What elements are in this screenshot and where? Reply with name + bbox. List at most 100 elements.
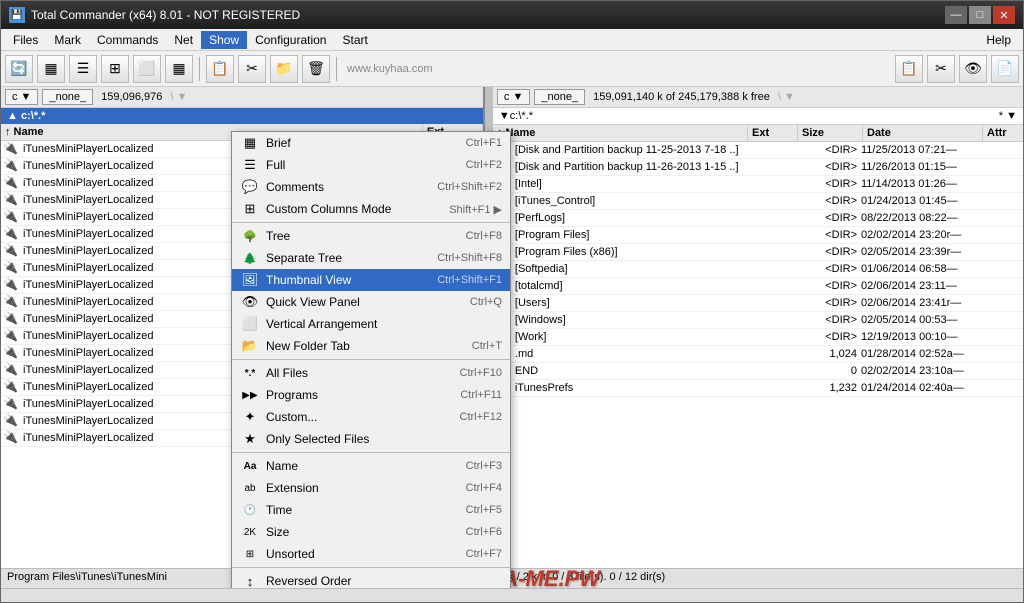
menu-commands[interactable]: Commands <box>89 31 166 49</box>
vertical-label: Vertical Arrangement <box>266 317 494 331</box>
maximize-button[interactable]: □ <box>969 6 991 24</box>
toolbar-move-btn[interactable]: ✂ <box>238 55 266 83</box>
menu-show[interactable]: Show <box>201 31 247 49</box>
right-root-btn[interactable]: \ ▼ <box>778 91 795 103</box>
right-col-attr[interactable]: Attr <box>983 125 1023 141</box>
menu-mark[interactable]: Mark <box>46 31 89 49</box>
left-drive-btn[interactable]: c ▼ <box>5 89 38 105</box>
toolbar-r-view-btn[interactable]: 👁 <box>959 55 987 83</box>
sort-ext-shortcut: Ctrl+F4 <box>466 482 502 494</box>
menu-item-programs[interactable]: ▶▶ Programs Ctrl+F11 <box>232 384 510 406</box>
close-button[interactable]: ✕ <box>993 6 1015 24</box>
left-path-bar[interactable]: ▲ c:\*.* <box>1 108 483 124</box>
title-bar: 💾 Total Commander (x64) 8.01 - NOT REGIS… <box>1 1 1023 29</box>
table-row[interactable]: 📁 [Disk and Partition backup 11-26-2013 … <box>493 159 1023 176</box>
menu-item-all-files[interactable]: *.* All Files Ctrl+F10 <box>232 362 510 384</box>
toolbar-r-copy-btn[interactable]: 📋 <box>895 55 923 83</box>
table-row[interactable]: 📁 [PerfLogs] <DIR> 08/22/2013 08:22— <box>493 210 1023 227</box>
menu-item-only-selected[interactable]: ★ Only Selected Files <box>232 428 510 450</box>
menu-item-sort-name[interactable]: Aa Name Ctrl+F3 <box>232 455 510 477</box>
menu-net[interactable]: Net <box>166 31 201 49</box>
toolbar-custom-btn[interactable]: ⊞ <box>101 55 129 83</box>
menu-start[interactable]: Start <box>334 31 375 49</box>
toolbar-delete-btn[interactable]: 🗑 <box>302 55 330 83</box>
table-row[interactable]: 📁 [Windows] <DIR> 02/05/2014 00:53— <box>493 312 1023 329</box>
toolbar-full-btn[interactable]: ☰ <box>69 55 97 83</box>
menu-item-new-folder-tab[interactable]: 📂 New Folder Tab Ctrl+T <box>232 335 510 357</box>
menu-item-custom-filter[interactable]: ✦ Custom... Ctrl+F12 <box>232 406 510 428</box>
show-dropdown-menu[interactable]: ▦ Brief Ctrl+F1 ☰ Full Ctrl+F2 💬 Comment… <box>231 131 511 588</box>
menu-item-full[interactable]: ☰ Full Ctrl+F2 <box>232 154 510 176</box>
right-file-list[interactable]: 📁 [Disk and Partition backup 11-25-2013 … <box>493 142 1023 568</box>
table-row[interactable]: 📄 iTunesPrefs 1,232 01/24/2014 02:40a— <box>493 380 1023 397</box>
only-selected-label: Only Selected Files <box>266 432 494 446</box>
right-col-ext[interactable]: Ext <box>748 125 798 141</box>
table-row[interactable]: 📁 [Program Files (x86)] <DIR> 02/05/2014… <box>493 244 1023 261</box>
right-col-date[interactable]: Date <box>863 125 983 141</box>
table-row[interactable]: 📁 [iTunes_Control] <DIR> 01/24/2013 01:4… <box>493 193 1023 210</box>
unsorted-shortcut: Ctrl+F7 <box>466 548 502 560</box>
right-drive-btn[interactable]: c ▼ <box>497 89 530 105</box>
menu-item-custom-columns[interactable]: ⊞ Custom Columns Mode Shift+F1 ▶ <box>232 198 510 220</box>
menu-item-vertical[interactable]: ⬜ Vertical Arrangement <box>232 313 510 335</box>
right-path-left[interactable]: ▼c:\*.* <box>499 110 533 122</box>
separate-tree-label: Separate Tree <box>266 251 429 265</box>
menu-item-comments[interactable]: 💬 Comments Ctrl+Shift+F2 <box>232 176 510 198</box>
custom-filter-shortcut: Ctrl+F12 <box>460 411 503 423</box>
menu-item-sort-time[interactable]: 🕐 Time Ctrl+F5 <box>232 499 510 521</box>
toolbar-refresh-btn[interactable]: 🔄 <box>5 55 33 83</box>
right-col-size[interactable]: Size <box>798 125 863 141</box>
file-icon: 🔌 <box>3 141 19 157</box>
menu-help[interactable]: Help <box>978 31 1019 49</box>
menu-item-reversed[interactable]: ↕ Reversed Order <box>232 570 510 588</box>
sort-size-shortcut: Ctrl+F6 <box>466 526 502 538</box>
file-icon: 🔌 <box>3 192 19 208</box>
right-col-name[interactable]: ↑ Name <box>493 125 748 141</box>
menu-configuration[interactable]: Configuration <box>247 31 334 49</box>
dropdown-sep-1 <box>232 222 510 223</box>
left-root-btn[interactable]: \ ▼ <box>170 91 187 103</box>
table-row[interactable]: 📄 .md 1,024 01/28/2014 02:52a— <box>493 346 1023 363</box>
menu-item-brief[interactable]: ▦ Brief Ctrl+F1 <box>232 132 510 154</box>
vertical-icon: ⬜ <box>240 316 260 332</box>
menu-item-sort-size[interactable]: 2K Size Ctrl+F6 <box>232 521 510 543</box>
menu-item-quick-view[interactable]: 👁 Quick View Panel Ctrl+Q <box>232 291 510 313</box>
toolbar-panel-btn[interactable]: ⬜ <box>133 55 161 83</box>
right-label-btn[interactable]: _none_ <box>534 89 585 105</box>
left-label-btn[interactable]: _none_ <box>42 89 93 105</box>
toolbar-brief-btn[interactable]: ▦ <box>37 55 65 83</box>
menu-item-sort-ext[interactable]: ab Extension Ctrl+F4 <box>232 477 510 499</box>
table-row[interactable]: 📁 [Program Files] <DIR> 02/02/2014 23:20… <box>493 227 1023 244</box>
table-row[interactable]: 📄 END 0 02/02/2014 23:10a— <box>493 363 1023 380</box>
toolbar-r-extra-btn[interactable]: 📄 <box>991 55 1019 83</box>
right-path-right: * ▼ <box>999 110 1017 122</box>
table-row[interactable]: 📁 [Intel] <DIR> 11/14/2013 01:26— <box>493 176 1023 193</box>
full-label: Full <box>266 158 458 172</box>
table-row[interactable]: 📁 [Users] <DIR> 02/06/2014 23:41r— <box>493 295 1023 312</box>
thumbnail-view-label: Thumbnail View <box>266 273 429 287</box>
menu-item-separate-tree[interactable]: 🌲 Separate Tree Ctrl+Shift+F8 <box>232 247 510 269</box>
toolbar-copy-btn[interactable]: 📋 <box>206 55 234 83</box>
only-selected-icon: ★ <box>240 431 260 447</box>
new-folder-tab-label: New Folder Tab <box>266 339 464 353</box>
dropdown-sep-2 <box>232 359 510 360</box>
menu-item-thumbnail-view[interactable]: 🖼 Thumbnail View Ctrl+Shift+F1 <box>232 269 510 291</box>
table-row[interactable]: 📁 [Softpedia] <DIR> 01/06/2014 06:58— <box>493 261 1023 278</box>
toolbar-extra-btn[interactable]: ▦ <box>165 55 193 83</box>
menu-item-tree[interactable]: 🌳 Tree Ctrl+F8 <box>232 225 510 247</box>
toolbar-mkdir-btn[interactable]: 📁 <box>270 55 298 83</box>
right-size-info: 159,091,140 k of 245,179,388 k free <box>589 90 774 104</box>
table-row[interactable]: 📁 [Disk and Partition backup 11-25-2013 … <box>493 142 1023 159</box>
full-shortcut: Ctrl+F2 <box>466 159 502 171</box>
table-row[interactable]: 📁 [totalcmd] <DIR> 02/06/2014 23:11— <box>493 278 1023 295</box>
right-panel-header: c ▼ _none_ 159,091,140 k of 245,179,388 … <box>493 87 1023 108</box>
toolbar-r-move-btn[interactable]: ✂ <box>927 55 955 83</box>
custom-filter-icon: ✦ <box>240 409 260 425</box>
minimize-button[interactable]: — <box>945 6 967 24</box>
horizontal-scrollbar[interactable] <box>1 588 1023 602</box>
right-file-list-header: ↑ Name Ext Size Date Attr <box>493 125 1023 142</box>
tree-icon: 🌳 <box>240 228 260 244</box>
menu-item-unsorted[interactable]: ⊞ Unsorted Ctrl+F7 <box>232 543 510 565</box>
menu-files[interactable]: Files <box>5 31 46 49</box>
table-row[interactable]: 📁 [Work] <DIR> 12/19/2013 00:10— <box>493 329 1023 346</box>
